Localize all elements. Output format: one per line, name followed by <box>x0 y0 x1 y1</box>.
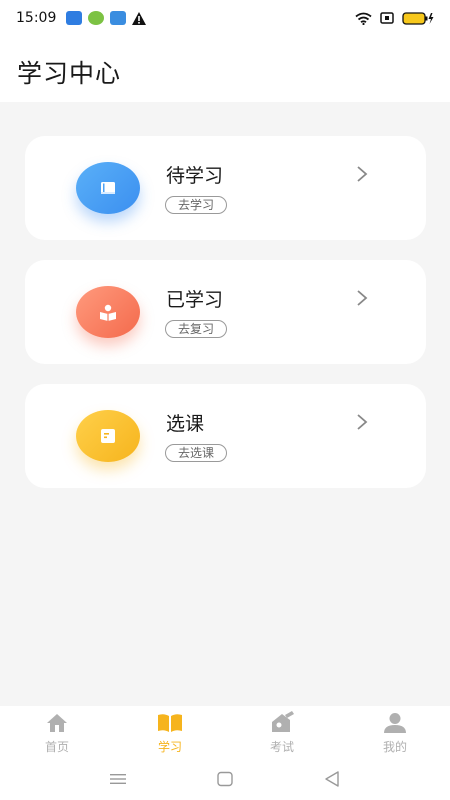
status-time: 15:09 <box>16 10 57 26</box>
app-notification-icon <box>66 11 83 25</box>
status-bar: 15:09 <box>0 0 450 36</box>
sim-icon <box>380 12 394 24</box>
card-tag-button[interactable]: 去学习 <box>165 196 228 214</box>
tab-study[interactable]: 学习 <box>130 706 210 758</box>
book-icon <box>76 162 140 214</box>
app-notification-icon <box>88 11 105 25</box>
page-title: 学习中心 <box>17 59 122 88</box>
bottom-tab-bar: 首页 学习 考试 我的 <box>0 706 450 758</box>
battery-icon <box>402 11 434 25</box>
tab-label: 学习 <box>157 740 182 754</box>
app-notification-icon <box>110 11 127 25</box>
chevron-right-icon <box>357 414 368 430</box>
home-button-icon[interactable] <box>215 769 235 789</box>
chevron-right-icon <box>357 290 368 306</box>
header: 学习中心 <box>0 36 450 102</box>
back-icon[interactable] <box>322 769 342 789</box>
tab-profile[interactable]: 我的 <box>355 706 435 758</box>
tab-label: 考试 <box>269 740 294 754</box>
note-icon <box>76 410 140 462</box>
warning-icon <box>132 11 147 25</box>
menu-icon[interactable] <box>108 769 128 789</box>
card-pending-study[interactable]: 待学习 去学习 <box>25 136 426 240</box>
open-book-icon <box>157 712 183 734</box>
wifi-icon <box>355 12 372 25</box>
home-icon <box>44 712 70 734</box>
card-title: 待学习 <box>166 165 224 187</box>
tab-exam[interactable]: 考试 <box>242 706 322 758</box>
system-nav-bar <box>0 758 450 800</box>
card-select-course[interactable]: 选课 去选课 <box>25 384 426 488</box>
card-title: 已学习 <box>166 289 224 311</box>
card-tag-button[interactable]: 去选课 <box>165 444 228 462</box>
card-studied[interactable]: 已学习 去复习 <box>25 260 426 364</box>
card-title: 选课 <box>166 413 205 435</box>
card-tag-button[interactable]: 去复习 <box>165 320 228 338</box>
tab-label: 我的 <box>382 740 407 754</box>
user-icon <box>382 712 408 734</box>
tab-label: 首页 <box>44 740 69 754</box>
tab-home[interactable]: 首页 <box>17 706 97 758</box>
exam-icon <box>269 711 295 734</box>
reader-icon <box>76 286 140 338</box>
chevron-right-icon <box>357 166 368 182</box>
